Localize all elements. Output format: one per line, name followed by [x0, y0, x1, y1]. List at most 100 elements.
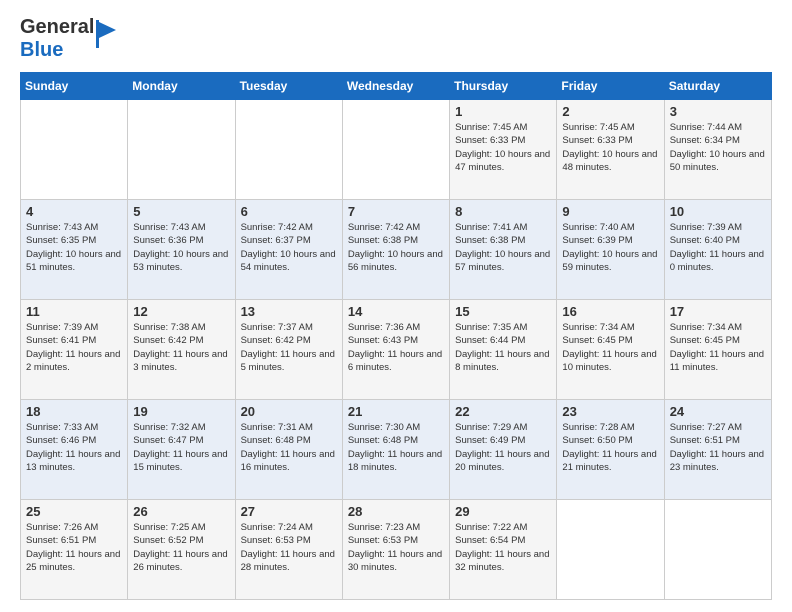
day-info: Sunrise: 7:39 AMSunset: 6:40 PMDaylight:… — [670, 221, 766, 274]
calendar-table: SundayMondayTuesdayWednesdayThursdayFrid… — [20, 72, 772, 600]
calendar-cell: 3 Sunrise: 7:44 AMSunset: 6:34 PMDaylight… — [664, 100, 771, 200]
day-info: Sunrise: 7:32 AMSunset: 6:47 PMDaylight:… — [133, 421, 229, 474]
day-number: 26 — [133, 504, 229, 519]
day-number: 21 — [348, 404, 444, 419]
calendar-header-row: SundayMondayTuesdayWednesdayThursdayFrid… — [21, 73, 772, 100]
day-header-friday: Friday — [557, 73, 664, 100]
day-info: Sunrise: 7:22 AMSunset: 6:54 PMDaylight:… — [455, 521, 551, 574]
calendar-cell: 16 Sunrise: 7:34 AMSunset: 6:45 PMDayligh… — [557, 300, 664, 400]
calendar-cell: 14 Sunrise: 7:36 AMSunset: 6:43 PMDayligh… — [342, 300, 449, 400]
day-number: 6 — [241, 204, 337, 219]
calendar-cell: 21 Sunrise: 7:30 AMSunset: 6:48 PMDayligh… — [342, 400, 449, 500]
calendar-cell: 10 Sunrise: 7:39 AMSunset: 6:40 PMDayligh… — [664, 200, 771, 300]
day-info: Sunrise: 7:41 AMSunset: 6:38 PMDaylight:… — [455, 221, 551, 274]
calendar-cell: 22 Sunrise: 7:29 AMSunset: 6:49 PMDayligh… — [450, 400, 557, 500]
day-number: 29 — [455, 504, 551, 519]
day-info: Sunrise: 7:36 AMSunset: 6:43 PMDaylight:… — [348, 321, 444, 374]
header: General Blue — [20, 16, 772, 62]
day-number: 7 — [348, 204, 444, 219]
day-info: Sunrise: 7:42 AMSunset: 6:37 PMDaylight:… — [241, 221, 337, 274]
calendar-week-row: 18 Sunrise: 7:33 AMSunset: 6:46 PMDayligh… — [21, 400, 772, 500]
day-info: Sunrise: 7:40 AMSunset: 6:39 PMDaylight:… — [562, 221, 658, 274]
day-number: 4 — [26, 204, 122, 219]
day-number: 2 — [562, 104, 658, 119]
calendar-week-row: 11 Sunrise: 7:39 AMSunset: 6:41 PMDayligh… — [21, 300, 772, 400]
day-info: Sunrise: 7:39 AMSunset: 6:41 PMDaylight:… — [26, 321, 122, 374]
calendar-cell: 29 Sunrise: 7:22 AMSunset: 6:54 PMDayligh… — [450, 500, 557, 600]
day-number: 9 — [562, 204, 658, 219]
calendar-cell: 27Sunrise: 7:24 AMSunset: 6:53 PMDayligh… — [235, 500, 342, 600]
day-info: Sunrise: 7:37 AMSunset: 6:42 PMDaylight:… — [241, 321, 337, 374]
calendar-cell: 20Sunrise: 7:31 AMSunset: 6:48 PMDayligh… — [235, 400, 342, 500]
calendar-week-row: 25 Sunrise: 7:26 AMSunset: 6:51 PMDayligh… — [21, 500, 772, 600]
day-header-saturday: Saturday — [664, 73, 771, 100]
calendar-cell: 25 Sunrise: 7:26 AMSunset: 6:51 PMDayligh… — [21, 500, 128, 600]
day-number: 17 — [670, 304, 766, 319]
day-info: Sunrise: 7:45 AMSunset: 6:33 PMDaylight:… — [562, 121, 658, 174]
calendar-cell: 2 Sunrise: 7:45 AMSunset: 6:33 PMDaylight… — [557, 100, 664, 200]
calendar-cell: 15 Sunrise: 7:35 AMSunset: 6:44 PMDayligh… — [450, 300, 557, 400]
day-number: 15 — [455, 304, 551, 319]
calendar-week-row: 4Sunrise: 7:43 AMSunset: 6:35 PMDaylight… — [21, 200, 772, 300]
day-number: 11 — [26, 304, 122, 319]
day-info: Sunrise: 7:24 AMSunset: 6:53 PMDaylight:… — [241, 521, 337, 574]
day-info: Sunrise: 7:29 AMSunset: 6:49 PMDaylight:… — [455, 421, 551, 474]
calendar-cell: 24 Sunrise: 7:27 AMSunset: 6:51 PMDayligh… — [664, 400, 771, 500]
day-number: 1 — [455, 104, 551, 119]
day-info: Sunrise: 7:28 AMSunset: 6:50 PMDaylight:… — [562, 421, 658, 474]
day-number: 3 — [670, 104, 766, 119]
day-number: 19 — [133, 404, 229, 419]
calendar-cell: 12 Sunrise: 7:38 AMSunset: 6:42 PMDayligh… — [128, 300, 235, 400]
day-info: Sunrise: 7:33 AMSunset: 6:46 PMDaylight:… — [26, 421, 122, 474]
day-header-monday: Monday — [128, 73, 235, 100]
calendar-cell: 5Sunrise: 7:43 AMSunset: 6:36 PMDaylight… — [128, 200, 235, 300]
calendar-cell: 23 Sunrise: 7:28 AMSunset: 6:50 PMDayligh… — [557, 400, 664, 500]
day-info: Sunrise: 7:26 AMSunset: 6:51 PMDaylight:… — [26, 521, 122, 574]
calendar-cell: 7 Sunrise: 7:42 AMSunset: 6:38 PMDaylight… — [342, 200, 449, 300]
day-info: Sunrise: 7:45 AMSunset: 6:33 PMDaylight:… — [455, 121, 551, 174]
day-header-tuesday: Tuesday — [235, 73, 342, 100]
day-number: 10 — [670, 204, 766, 219]
day-number: 24 — [670, 404, 766, 419]
day-info: Sunrise: 7:27 AMSunset: 6:51 PMDaylight:… — [670, 421, 766, 474]
day-info: Sunrise: 7:31 AMSunset: 6:48 PMDaylight:… — [241, 421, 337, 474]
day-header-wednesday: Wednesday — [342, 73, 449, 100]
day-number: 16 — [562, 304, 658, 319]
calendar-cell: 6 Sunrise: 7:42 AMSunset: 6:37 PMDaylight… — [235, 200, 342, 300]
day-info: Sunrise: 7:23 AMSunset: 6:53 PMDaylight:… — [348, 521, 444, 574]
day-number: 22 — [455, 404, 551, 419]
day-info: Sunrise: 7:30 AMSunset: 6:48 PMDaylight:… — [348, 421, 444, 474]
day-info: Sunrise: 7:38 AMSunset: 6:42 PMDaylight:… — [133, 321, 229, 374]
calendar-week-row: 1 Sunrise: 7:45 AMSunset: 6:33 PMDaylight… — [21, 100, 772, 200]
day-info: Sunrise: 7:34 AMSunset: 6:45 PMDaylight:… — [670, 321, 766, 374]
day-number: 8 — [455, 204, 551, 219]
calendar-cell — [21, 100, 128, 200]
day-number: 25 — [26, 504, 122, 519]
day-number: 12 — [133, 304, 229, 319]
calendar-cell: 13 Sunrise: 7:37 AMSunset: 6:42 PMDayligh… — [235, 300, 342, 400]
calendar-cell — [128, 100, 235, 200]
day-number: 14 — [348, 304, 444, 319]
calendar-cell: 17 Sunrise: 7:34 AMSunset: 6:45 PMDayligh… — [664, 300, 771, 400]
calendar-cell: 19 Sunrise: 7:32 AMSunset: 6:47 PMDayligh… — [128, 400, 235, 500]
calendar-cell — [342, 100, 449, 200]
day-info: Sunrise: 7:35 AMSunset: 6:44 PMDaylight:… — [455, 321, 551, 374]
day-info: Sunrise: 7:43 AMSunset: 6:36 PMDaylight:… — [133, 221, 229, 274]
calendar-cell: 18 Sunrise: 7:33 AMSunset: 6:46 PMDayligh… — [21, 400, 128, 500]
day-number: 23 — [562, 404, 658, 419]
logo-flag-icon — [96, 20, 118, 50]
day-info: Sunrise: 7:42 AMSunset: 6:38 PMDaylight:… — [348, 221, 444, 274]
calendar-cell: 4Sunrise: 7:43 AMSunset: 6:35 PMDaylight… — [21, 200, 128, 300]
day-info: Sunrise: 7:34 AMSunset: 6:45 PMDaylight:… — [562, 321, 658, 374]
calendar-cell: 26 Sunrise: 7:25 AMSunset: 6:52 PMDayligh… — [128, 500, 235, 600]
day-info: Sunrise: 7:44 AMSunset: 6:34 PMDaylight:… — [670, 121, 766, 174]
calendar-cell: 1 Sunrise: 7:45 AMSunset: 6:33 PMDaylight… — [450, 100, 557, 200]
calendar-cell — [557, 500, 664, 600]
day-number: 18 — [26, 404, 122, 419]
logo: General Blue — [20, 16, 118, 62]
calendar-cell: 11 Sunrise: 7:39 AMSunset: 6:41 PMDayligh… — [21, 300, 128, 400]
calendar-cell — [664, 500, 771, 600]
day-info: Sunrise: 7:25 AMSunset: 6:52 PMDaylight:… — [133, 521, 229, 574]
day-number: 13 — [241, 304, 337, 319]
calendar-cell — [235, 100, 342, 200]
